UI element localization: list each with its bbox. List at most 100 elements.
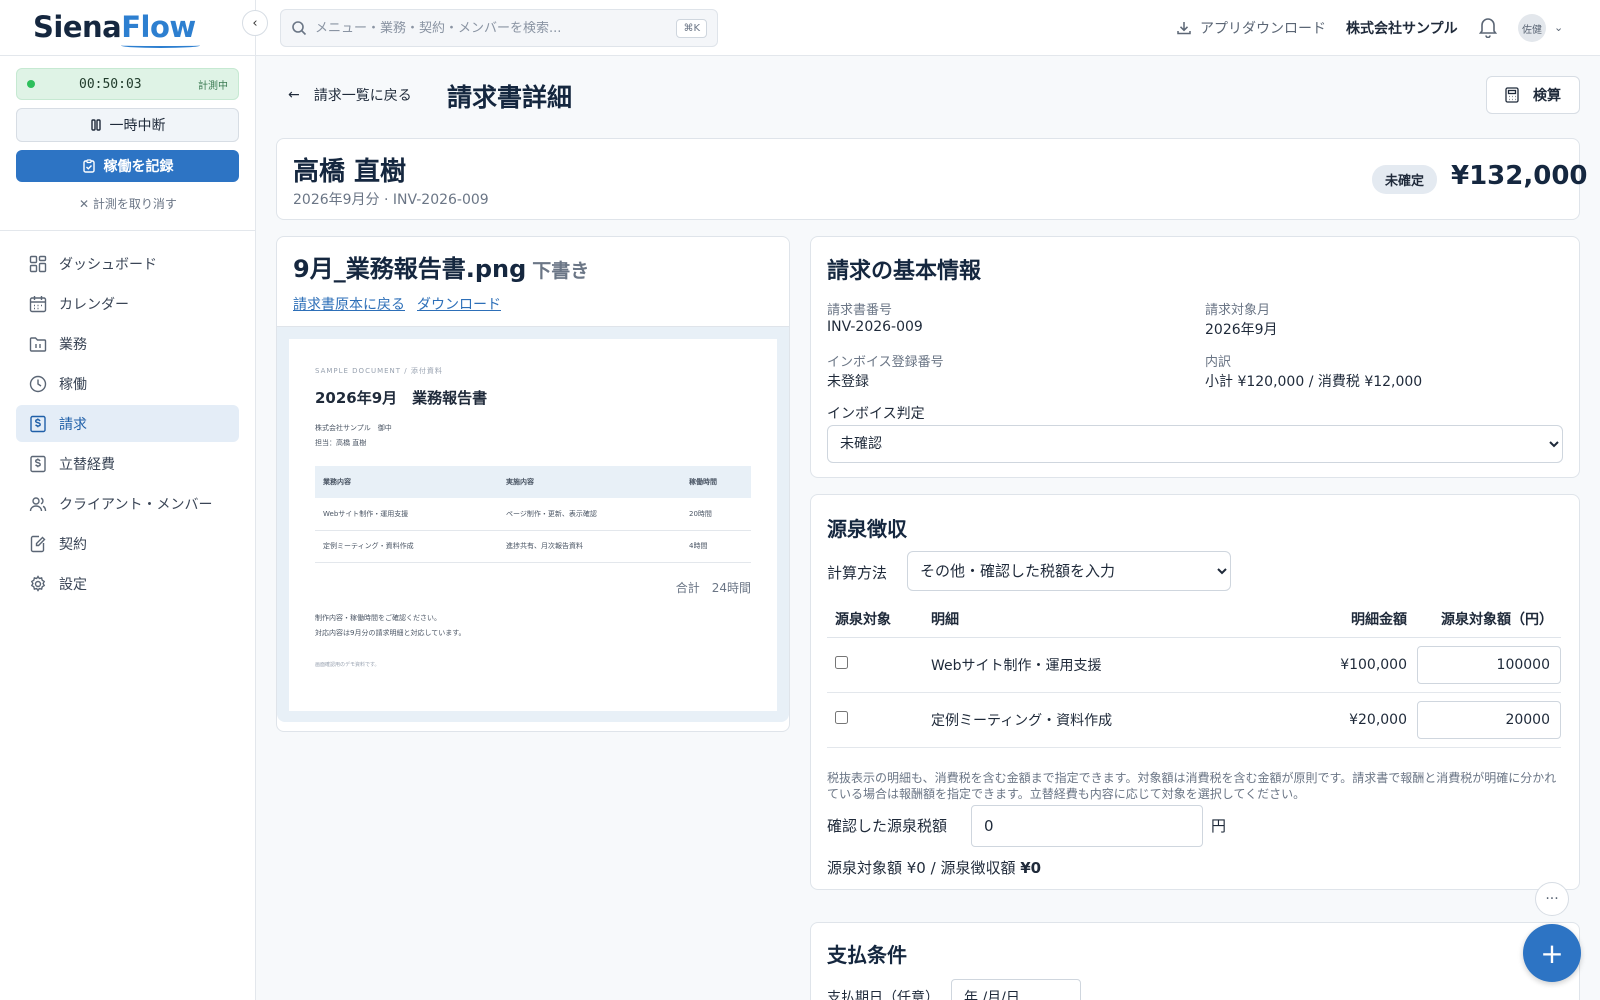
- draft-badge: 下書き: [532, 260, 590, 282]
- verify-calculation-button[interactable]: 検算: [1486, 76, 1580, 114]
- basic-info-title: 請求の基本情報: [827, 259, 982, 284]
- more-options-button[interactable]: ···: [1535, 882, 1569, 916]
- sidebar-item-settings[interactable]: 設定: [16, 565, 239, 602]
- item-name: 定例ミーティング・資料作成: [931, 692, 1231, 748]
- doc-cell: 4時間: [681, 530, 751, 563]
- breakdown-value: 小計 ¥120,000 / 消費税 ¥12,000: [1205, 374, 1423, 390]
- withholding-checkbox[interactable]: [835, 711, 848, 724]
- doc-header: 実施内容: [498, 466, 681, 498]
- cancel-measurement-link[interactable]: ✕ 計測を取り消す: [0, 195, 256, 212]
- collapse-sidebar-button[interactable]: ‹: [242, 10, 268, 36]
- calc-method-select[interactable]: その他・確認した税額を入力: [907, 551, 1231, 591]
- item-amount: ¥20,000: [1231, 692, 1407, 748]
- calendar-icon: [28, 294, 47, 313]
- search-input[interactable]: [315, 20, 669, 36]
- withholding-summary: 源泉対象額 ¥0 / 源泉徴収額 ¥0: [827, 857, 1041, 878]
- chevron-down-icon[interactable]: ⌄: [1554, 21, 1563, 34]
- doc-table: 業務内容 実施内容 稼働時間 Webサイト制作・運用支援 ページ制作・更新、表示…: [315, 466, 751, 563]
- invoice-judgement-label: インボイス判定: [827, 406, 925, 422]
- yen-unit: 円: [1211, 817, 1227, 835]
- dashboard-icon: [28, 254, 47, 273]
- payment-terms-title: 支払条件: [827, 943, 907, 967]
- invoice-judgement-select[interactable]: 未確認: [827, 425, 1563, 463]
- record-work-button[interactable]: 稼働を記録: [16, 150, 239, 182]
- withholding-table: 源泉対象 明細 明細金額 源泉対象額（円） Webサイト制作・運用支援 ¥100…: [827, 601, 1561, 748]
- brand-logo-part2: Flow: [121, 10, 196, 44]
- pause-icon: [90, 119, 101, 131]
- doc-cell: 定例ミーティング・資料作成: [315, 530, 498, 563]
- clipboard-icon: [82, 159, 95, 173]
- back-to-invoices-link[interactable]: ← 請求一覧に戻る: [288, 85, 412, 105]
- brand-logo[interactable]: SienaFlow: [0, 0, 255, 56]
- timer-widget: 00:50:03 計測中: [16, 68, 239, 100]
- sidebar-item-label: 稼働: [59, 376, 87, 393]
- verify-calculation-label: 検算: [1533, 88, 1561, 104]
- sidebar-item-label: 業務: [59, 336, 87, 353]
- avatar[interactable]: 佐健: [1518, 14, 1546, 42]
- notification-bell-icon[interactable]: [1478, 16, 1498, 42]
- sidebar-item-work[interactable]: 稼働: [16, 365, 239, 402]
- sidebar-item-tasks[interactable]: 業務: [16, 325, 239, 362]
- sidebar-nav: ダッシュボード カレンダー 業務 稼働 請求 立替経費 クライアント・メンバー: [16, 245, 239, 605]
- sidebar-item-label: 設定: [59, 576, 87, 593]
- more-icon: ···: [1545, 891, 1559, 907]
- confirmed-tax-label: 確認した源泉税額: [827, 817, 948, 835]
- due-date-label: 支払期日（任意）: [827, 990, 939, 1000]
- sidebar-item-dashboard[interactable]: ダッシュボード: [16, 245, 239, 282]
- doc-total: 合計 24時間: [675, 581, 751, 595]
- doc-note-line: 対応内容は9月分の請求明細と対応しています。: [315, 629, 466, 637]
- sidebar-item-clients-members[interactable]: クライアント・メンバー: [16, 485, 239, 522]
- attachment-title: 9月_業務報告書.png 下書き: [293, 249, 589, 284]
- due-date-input[interactable]: 年 /月/日: [951, 979, 1081, 1000]
- invoice-total: ¥132,000: [1451, 161, 1588, 191]
- download-link[interactable]: ダウンロード: [417, 294, 501, 314]
- table-row: Webサイト制作・運用支援 ページ制作・更新、表示確認 20時間: [315, 498, 751, 531]
- sidebar-item-contracts[interactable]: 契約: [16, 525, 239, 562]
- withholding-title: 源泉徴収: [827, 517, 907, 541]
- plus-icon: +: [1540, 936, 1564, 970]
- withholding-summary-text: 源泉対象額 ¥0 / 源泉徴収額: [827, 859, 1021, 877]
- invoice-subtitle: 2026年9月分 · INV-2026-009: [293, 192, 489, 208]
- calculator-icon: [1505, 87, 1519, 103]
- back-link-label: 請求一覧に戻る: [313, 88, 412, 104]
- invoice-summary-card: 高橋 直樹 2026年9月分 · INV-2026-009 未確定 ¥132,0…: [276, 138, 1588, 220]
- search-box[interactable]: ⌘K: [280, 9, 718, 47]
- chevron-left-icon: ‹: [252, 15, 258, 31]
- app-download-link[interactable]: アプリダウンロード: [1176, 18, 1326, 38]
- doc-addressee: 株式会社サンプル 御中: [315, 424, 392, 432]
- col-header-item: 明細: [931, 601, 1231, 638]
- sidebar-item-invoices[interactable]: 請求: [16, 405, 239, 442]
- add-button[interactable]: +: [1523, 924, 1581, 982]
- recording-dot-icon: [27, 80, 35, 88]
- sidebar: SienaFlow 00:50:03 計測中 一時中断 稼働を記録 ✕ 計測を取…: [0, 0, 256, 1000]
- doc-cell: 20時間: [681, 498, 751, 531]
- target-month: 2026年9月: [1205, 322, 1278, 338]
- sidebar-item-label: ダッシュボード: [59, 256, 157, 273]
- doc-note-line: 制作内容・稼働時間をご確認ください。: [315, 614, 441, 622]
- attachment-card: 9月_業務報告書.png 下書き 請求書原本に戻る ダウンロード SAMPLE D…: [276, 236, 790, 732]
- clock-icon: [28, 374, 47, 393]
- target-amount-input[interactable]: [1417, 700, 1561, 739]
- arrow-left-icon: ←: [288, 87, 300, 103]
- sidebar-item-label: 請求: [59, 416, 87, 433]
- item-amount: ¥100,000: [1231, 637, 1407, 693]
- sidebar-item-label: 立替経費: [59, 456, 115, 473]
- doc-title: 2026年9月 業務報告書: [315, 389, 488, 407]
- attachment-preview: SAMPLE DOCUMENT / 添付資料 2026年9月 業務報告書 株式会…: [277, 326, 789, 722]
- brand-logo-part1: Siena: [33, 10, 122, 44]
- registration-number: 未登録: [827, 374, 869, 390]
- company-switcher[interactable]: 株式会社サンプル: [1346, 18, 1458, 38]
- payment-terms-card: 支払条件 支払期日（任意） 年 /月/日: [810, 922, 1580, 1000]
- target-amount-input[interactable]: [1417, 645, 1561, 684]
- timer-time: 00:50:03: [79, 76, 142, 92]
- timer-status: 計測中: [198, 80, 228, 92]
- sidebar-item-expenses[interactable]: 立替経費: [16, 445, 239, 482]
- sidebar-item-calendar[interactable]: カレンダー: [16, 285, 239, 322]
- folder-icon: [28, 334, 47, 353]
- withholding-checkbox[interactable]: [835, 656, 848, 669]
- confirmed-tax-input[interactable]: [971, 805, 1203, 847]
- users-icon: [28, 494, 47, 513]
- pause-button[interactable]: 一時中断: [16, 108, 239, 142]
- withholding-amount: ¥0: [1020, 859, 1042, 877]
- back-to-original-link[interactable]: 請求書原本に戻る: [293, 294, 405, 314]
